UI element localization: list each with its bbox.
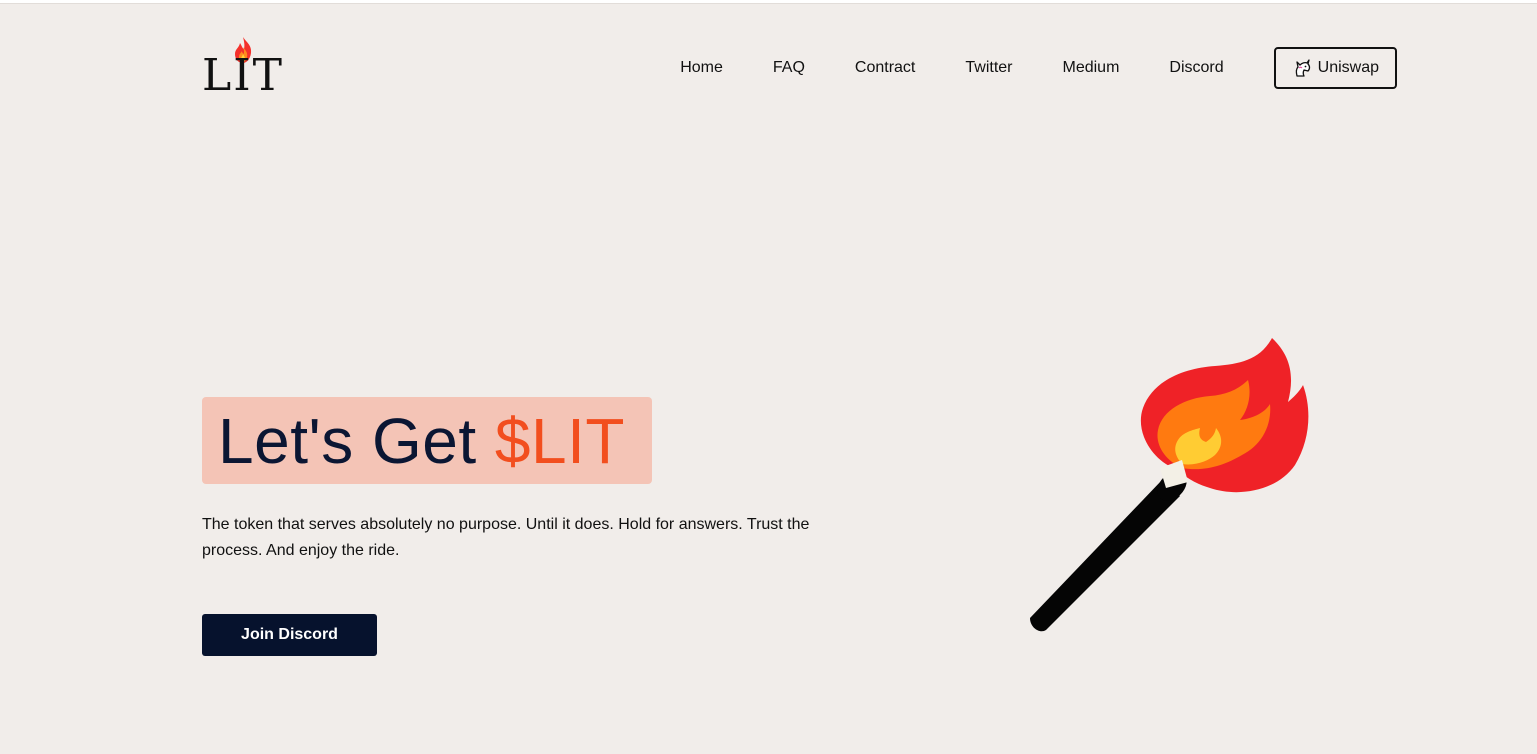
browser-top-border: [0, 0, 1537, 4]
uniswap-button-label: Uniswap: [1317, 59, 1379, 76]
site-logo[interactable]: LIT: [200, 36, 290, 104]
nav-link-faq[interactable]: FAQ: [773, 59, 805, 77]
torch-illustration: [1030, 338, 1309, 632]
unicorn-icon: [1295, 59, 1310, 77]
nav-link-home[interactable]: Home: [680, 59, 723, 77]
nav-link-medium[interactable]: Medium: [1063, 59, 1120, 77]
logo-wordmark: LIT: [202, 50, 284, 101]
nav-link-contract[interactable]: Contract: [855, 59, 915, 77]
hero-description: The token that serves absolutely no purp…: [202, 516, 810, 559]
hero-title: Let's Get $LIT: [218, 405, 625, 477]
nav-link-twitter[interactable]: Twitter: [965, 59, 1012, 77]
join-discord-button[interactable]: Join Discord: [202, 614, 377, 656]
hero-title-accent: $LIT: [494, 405, 625, 477]
uniswap-button[interactable]: Uniswap: [1273, 47, 1397, 89]
main-nav: Home FAQ Contract Twitter Medium Discord…: [680, 47, 1397, 89]
nav-link-discord[interactable]: Discord: [1169, 59, 1223, 77]
hero-title-prefix: Let's Get: [218, 405, 495, 477]
